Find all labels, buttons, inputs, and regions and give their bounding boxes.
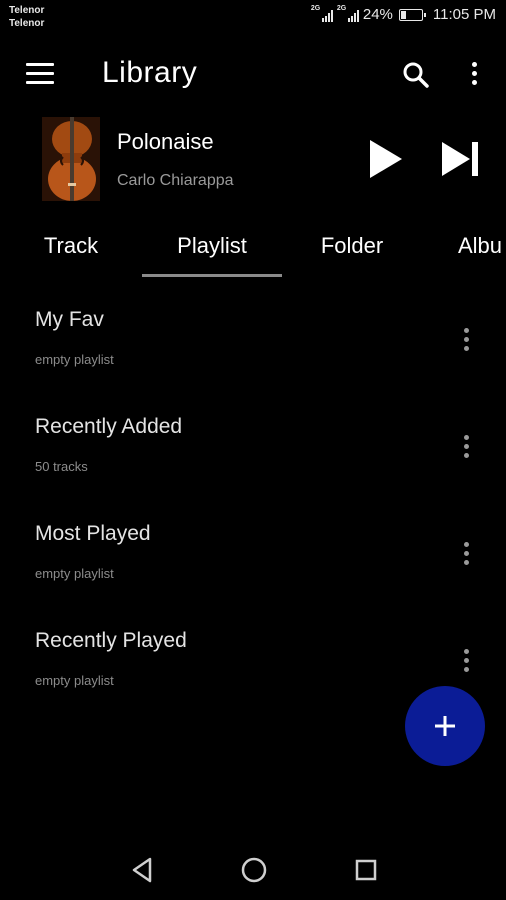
skip-next-icon[interactable] xyxy=(440,138,482,180)
album-art xyxy=(42,117,100,201)
back-icon[interactable] xyxy=(126,854,158,886)
list-item[interactable]: My Fav empty playlist xyxy=(0,286,506,393)
status-indicators: 2G 2G 24% 11:05 PM xyxy=(310,4,496,24)
play-icon[interactable] xyxy=(368,138,404,180)
playlist-subtitle: empty playlist xyxy=(35,673,114,688)
battery-percent: 24% xyxy=(362,6,393,23)
carrier-2: Telenor xyxy=(9,18,45,29)
tab-playlist[interactable]: Playlist xyxy=(142,214,282,278)
now-playing-artist: Carlo Chiarappa xyxy=(117,172,234,189)
carrier-1: Telenor xyxy=(9,5,45,16)
playlist-title: Recently Added xyxy=(35,415,183,438)
playlist-subtitle: empty playlist xyxy=(35,566,114,581)
status-bar: Telenor Telenor 2G 2G 24% 11:05 PM xyxy=(0,0,506,36)
add-icon xyxy=(435,716,455,736)
home-icon[interactable] xyxy=(238,854,270,886)
signal-icon: 2G xyxy=(310,4,333,22)
app-bar: Library xyxy=(0,44,506,104)
now-playing-bar[interactable]: Polonaise Carlo Chiarappa xyxy=(0,112,506,206)
tab-album[interactable]: Albu xyxy=(458,214,502,278)
system-nav-bar xyxy=(0,840,506,900)
sim-2-tag: 2G xyxy=(336,4,347,12)
tab-bar: Track Playlist Folder Albu xyxy=(0,214,506,280)
tab-folder[interactable]: Folder xyxy=(282,214,422,278)
list-item[interactable]: Most Played empty playlist xyxy=(0,500,506,607)
add-playlist-button[interactable] xyxy=(405,686,485,766)
playlist-subtitle: 50 tracks xyxy=(35,459,88,474)
playlist-title: Recently Played xyxy=(35,629,187,652)
search-icon[interactable] xyxy=(402,61,430,89)
sim-1-tag: 2G xyxy=(310,4,321,12)
page-title: Library xyxy=(102,56,198,89)
more-vert-icon[interactable] xyxy=(458,326,476,354)
menu-icon[interactable] xyxy=(26,63,54,85)
more-vert-icon[interactable] xyxy=(458,433,476,461)
selected-tab-indicator xyxy=(142,274,282,277)
clock: 11:05 PM xyxy=(432,6,496,23)
battery-icon xyxy=(398,8,426,21)
playlist-title: Most Played xyxy=(35,522,151,545)
list-item[interactable]: Recently Added 50 tracks xyxy=(0,393,506,500)
more-vert-icon[interactable] xyxy=(458,540,476,568)
recents-icon[interactable] xyxy=(350,854,382,886)
playlist-title: My Fav xyxy=(35,308,104,331)
signal-icon: 2G xyxy=(336,4,359,22)
now-playing-title: Polonaise xyxy=(117,129,214,154)
more-vert-icon[interactable] xyxy=(466,60,484,88)
playlist-subtitle: empty playlist xyxy=(35,352,114,367)
carrier-labels: Telenor Telenor xyxy=(9,4,44,30)
tab-track[interactable]: Track xyxy=(0,214,142,278)
more-vert-icon[interactable] xyxy=(458,647,476,675)
